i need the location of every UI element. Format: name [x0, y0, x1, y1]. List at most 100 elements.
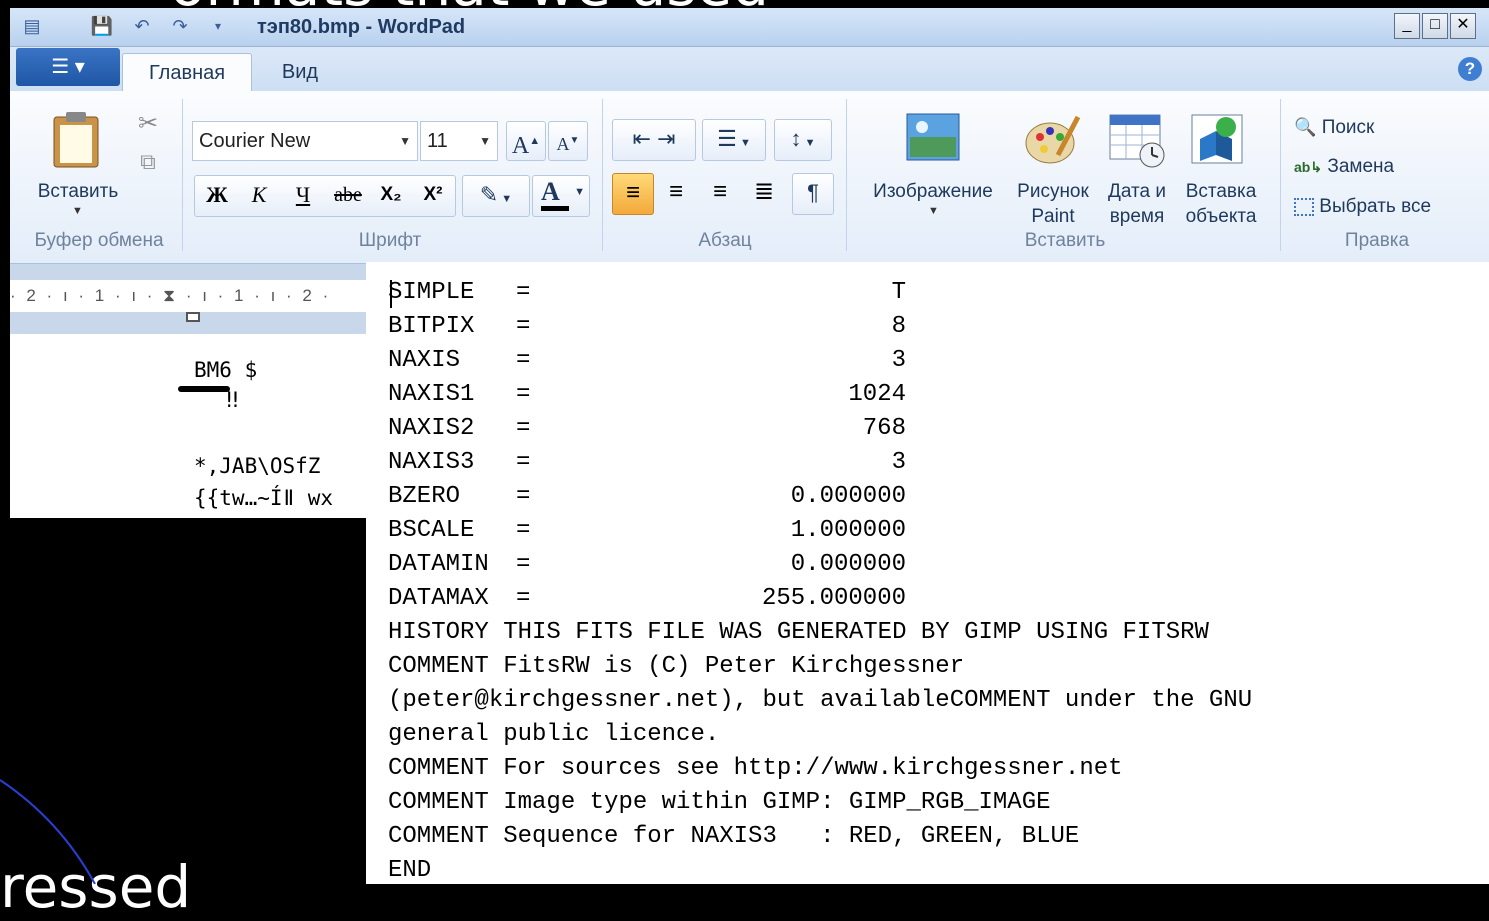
ruler[interactable]: · 2 · ı · 1 · ı · ⧗ · ı · 1 · ı · 2 ·: [10, 280, 366, 312]
clipboard-paste-icon[interactable]: [50, 111, 102, 169]
app-menu-button[interactable]: ☰ ▾: [16, 48, 120, 86]
document-page[interactable]: BM6 $ ‼ *,JAB\OSfZ {{tw…~Íǁ wx: [10, 334, 370, 518]
find-button[interactable]: 🔍 Поиск: [1294, 111, 1474, 143]
tab-view[interactable]: Вид: [260, 53, 340, 91]
insert-object-icon[interactable]: [1190, 111, 1250, 169]
header-value: 3: [891, 347, 906, 374]
group-separator: [182, 99, 183, 251]
cut-icon[interactable]: ✂: [134, 109, 162, 138]
subscript-button[interactable]: X₂: [374, 177, 408, 213]
header-keyword-row: SIMPLE = T: [388, 276, 906, 310]
header-equals: =: [516, 415, 531, 442]
underline-button[interactable]: Ч: [288, 177, 318, 213]
insert-picture-button[interactable]: Изображение: [860, 179, 1006, 204]
align-left-button[interactable]: ≡: [612, 173, 654, 215]
tab-home[interactable]: Главная: [122, 53, 252, 92]
header-keyword: BZERO: [388, 483, 461, 510]
picture-icon[interactable]: [906, 113, 960, 163]
bullet-list-button[interactable]: ☰ ▼: [702, 119, 766, 161]
paragraph-button[interactable]: ¶: [792, 173, 834, 215]
font-color-label: A: [541, 177, 560, 206]
group-label-font: Шрифт: [358, 230, 422, 251]
header-equals: =: [516, 381, 531, 408]
paste-dropdown-icon[interactable]: ▼: [72, 205, 83, 217]
close-button[interactable]: ✕: [1450, 13, 1476, 39]
strikethrough-button[interactable]: abe: [328, 177, 368, 213]
minimize-button[interactable]: _: [1394, 13, 1420, 39]
header-keyword-row: BITPIX = 8: [388, 310, 906, 344]
chevron-down-icon: ▼: [498, 193, 513, 205]
align-center-button[interactable]: ≡: [656, 173, 696, 213]
header-value: 0.000000: [790, 551, 906, 578]
calendar-clock-icon[interactable]: [1108, 111, 1168, 169]
document-line: *,JAB\OSfZ: [194, 454, 321, 478]
paragraph-icon: ¶: [807, 180, 819, 205]
select-all-icon: [1294, 197, 1314, 216]
undo-icon[interactable]: ↶: [130, 14, 154, 38]
chevron-down-icon: ▼: [801, 137, 816, 149]
bullet-list-icon: ☰: [717, 126, 737, 151]
header-keyword-row: BZERO = 0.000000: [388, 480, 906, 514]
font-size-select[interactable]: 11 ▼: [420, 121, 498, 161]
header-equals: =: [516, 279, 531, 306]
align-right-button[interactable]: ≡: [700, 173, 740, 213]
paint-drawing-button[interactable]: Рисунок Paint: [1010, 179, 1096, 229]
select-all-button[interactable]: Выбрать все: [1294, 191, 1474, 223]
select-all-label: Выбрать все: [1319, 196, 1432, 217]
maximize-button[interactable]: □: [1422, 13, 1448, 39]
header-keyword: NAXIS: [388, 347, 461, 374]
slide-decor-curve: [0, 779, 96, 884]
copy-icon[interactable]: ⧉: [134, 149, 162, 175]
group-separator: [846, 99, 847, 251]
header-keyword: BSCALE: [388, 517, 475, 544]
redo-icon[interactable]: ↷: [168, 14, 192, 38]
group-label-editing: Правка: [1344, 230, 1410, 251]
ribbon: Вставить ▼ ✂ ⧉ Буфер обмена Courier New ▼…: [10, 91, 1489, 264]
header-equals: =: [516, 313, 531, 340]
align-right-icon: ≡: [712, 178, 727, 205]
header-value: 768: [862, 415, 906, 442]
replace-button[interactable]: ab↳ Замена: [1294, 151, 1474, 183]
wordpad-app-icon[interactable]: ▤: [20, 14, 44, 38]
header-equals: =: [516, 483, 531, 510]
group-separator: [1280, 99, 1281, 251]
header-value: 1024: [848, 381, 906, 408]
header-keyword-row: NAXIS3 = 3: [388, 446, 906, 480]
save-icon[interactable]: 💾: [90, 14, 114, 38]
header-keyword: SIMPLE: [388, 279, 475, 306]
indent-marker[interactable]: [186, 312, 200, 322]
paste-button[interactable]: Вставить: [28, 179, 128, 204]
header-value: 255.000000: [761, 585, 906, 612]
justify-button[interactable]: ≣: [744, 173, 784, 213]
insert-datetime-button[interactable]: Дата и время: [1098, 179, 1176, 229]
grow-font-button[interactable]: A▲: [506, 121, 546, 161]
header-value: 3: [891, 449, 906, 476]
font-color-button[interactable]: A ▼: [532, 175, 590, 217]
paint-icon[interactable]: [1022, 111, 1082, 169]
help-icon[interactable]: ?: [1458, 57, 1482, 81]
header-keyword-row: DATAMIN = 0.000000: [388, 548, 906, 582]
chevron-down-icon: ▼: [479, 134, 491, 148]
shrink-font-button[interactable]: A▼: [548, 121, 588, 161]
italic-button[interactable]: К: [244, 177, 274, 213]
bold-button[interactable]: Ж: [202, 177, 232, 213]
header-value: T: [891, 279, 906, 306]
indent-buttons[interactable]: ⇤ ⇥: [612, 119, 696, 161]
header-value: 0.000000: [790, 483, 906, 510]
chevron-down-icon: ▼: [736, 137, 751, 149]
font-size-value: 11: [427, 130, 448, 152]
picture-dropdown-icon[interactable]: ▼: [928, 205, 939, 217]
header-keyword: BITPIX: [388, 313, 475, 340]
customize-quick-access-icon[interactable]: ▾: [206, 14, 230, 38]
title-bar[interactable]: ▤ 💾 ↶ ↷ ▾ тэп80.bmp - WordPad _ □ ✕: [10, 8, 1489, 47]
ribbon-tab-bar: ☰ ▾ Главная Вид ?: [10, 47, 1489, 92]
line-spacing-button[interactable]: ↕ ▼: [774, 119, 832, 161]
font-family-select[interactable]: Courier New ▼: [192, 121, 418, 161]
shrink-font-label: A: [556, 134, 570, 154]
superscript-button[interactable]: X²: [416, 177, 450, 213]
header-equals: =: [516, 551, 531, 578]
insert-object-button[interactable]: Вставка объекта: [1176, 179, 1266, 229]
highlight-color-button[interactable]: ✎ ▼: [462, 175, 530, 217]
header-equals: =: [516, 585, 531, 612]
document-line: ‼: [226, 388, 239, 412]
